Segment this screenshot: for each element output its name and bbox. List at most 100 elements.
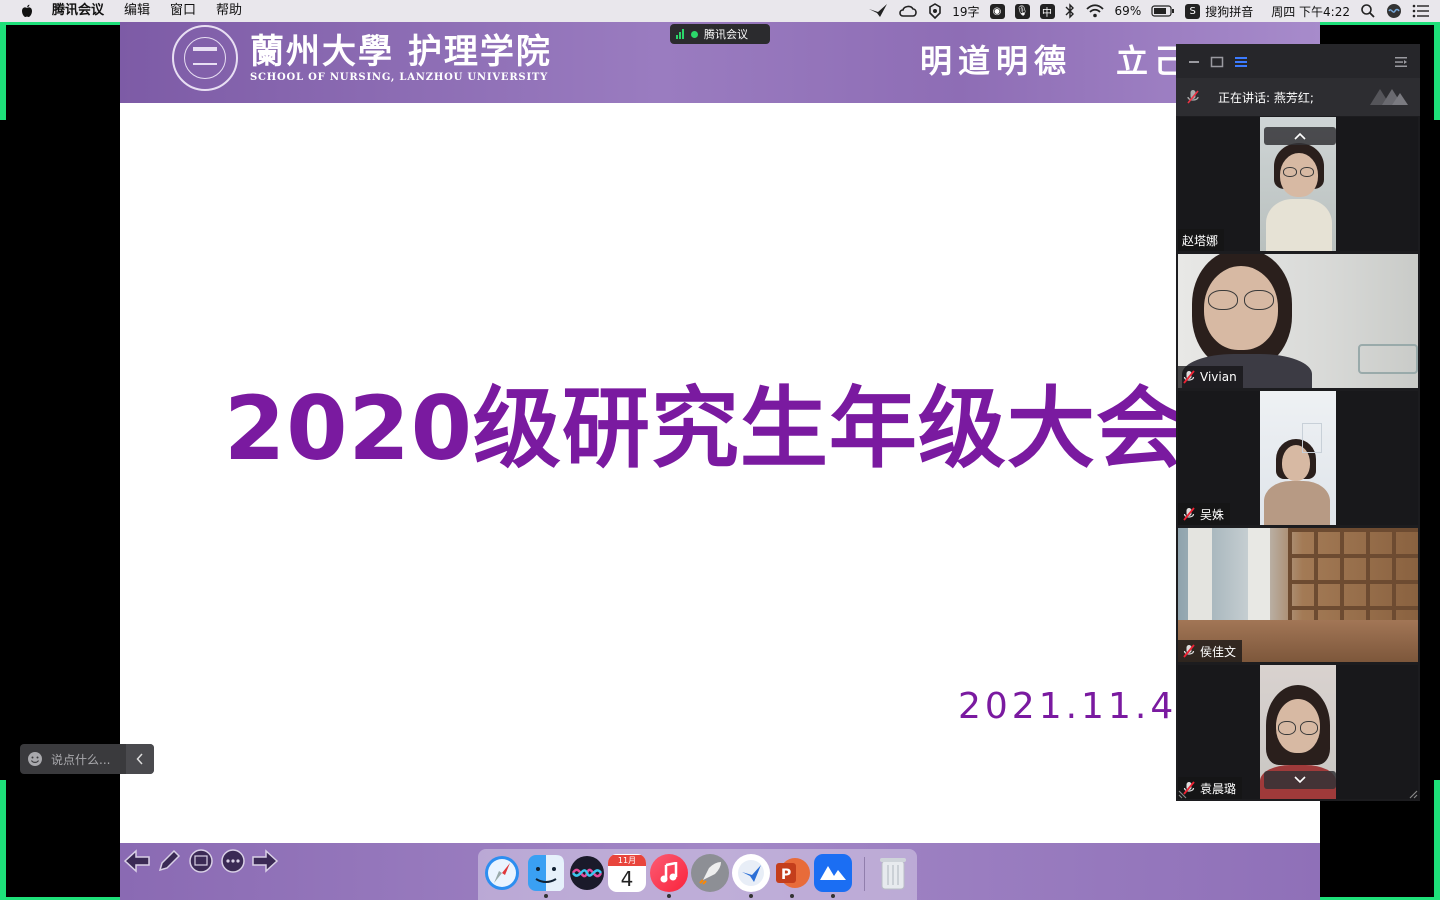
scroll-up-button[interactable] — [1264, 127, 1336, 145]
siri-icon[interactable] — [568, 854, 606, 892]
feishu-tray-icon[interactable] — [868, 0, 888, 22]
launchpad-icon[interactable] — [691, 854, 729, 892]
menu-app-name[interactable]: 腾讯会议 — [52, 0, 104, 22]
arrow-right-icon — [252, 849, 279, 873]
next-slide-button[interactable] — [250, 846, 280, 876]
participant-name: 吴姝 — [1178, 503, 1231, 525]
school-name-english: SCHOOL OF NURSING, LANZHOU UNIVERSITY — [250, 72, 549, 83]
menu-help[interactable]: 帮助 — [216, 0, 242, 22]
menu-edit[interactable]: 编辑 — [124, 0, 150, 22]
slide-title: 2020级研究生年级大会 — [224, 377, 1185, 480]
mic-muted-icon — [1182, 370, 1196, 384]
mic-muted-icon — [1182, 507, 1196, 521]
slide-grid-button[interactable] — [186, 846, 216, 876]
window-icon — [1210, 56, 1224, 68]
music-icon[interactable] — [650, 854, 688, 892]
scroll-down-button[interactable] — [1264, 771, 1336, 789]
finder-icon[interactable] — [527, 854, 565, 892]
video-panel-toolbar — [1176, 44, 1420, 78]
chevron-down-icon — [1294, 776, 1306, 784]
speaker-mic-icon — [1186, 89, 1200, 105]
meeting-pill-label: 腾讯会议 — [704, 28, 748, 41]
battery-icon[interactable] — [1151, 0, 1175, 22]
trash-icon[interactable] — [874, 854, 912, 892]
previous-slide-button[interactable] — [122, 846, 152, 876]
notification-center-icon[interactable] — [1412, 0, 1430, 22]
word-count-label: 19字 — [952, 4, 980, 19]
video-feed — [1260, 391, 1336, 525]
minimize-icon — [1189, 61, 1199, 63]
presentation-slide: 蘭州大學 护理学院 SCHOOL OF NURSING, LANZHOU UNI… — [120, 22, 1320, 900]
screenshot-tray-icon[interactable]: ◉ — [989, 0, 1005, 22]
resize-handle-left-icon[interactable] — [1178, 787, 1190, 799]
macos-menu-bar: 腾讯会议 编辑 窗口 帮助 19字 ◉ 🎙 中 69% S 搜狗拼音 周四 下午… — [0, 0, 1440, 22]
participant-tile[interactable]: 吴姝 — [1178, 391, 1418, 525]
battery-percent: 69% — [1114, 4, 1142, 18]
collapse-chat-button[interactable] — [126, 744, 154, 774]
recording-status-dot — [691, 30, 698, 38]
siri-tray-icon[interactable] — [1386, 0, 1402, 22]
svg-text:P: P — [781, 867, 791, 883]
participant-tile[interactable]: 赵塔娜 — [1178, 117, 1418, 251]
pen-icon — [158, 849, 181, 872]
menubar-clock[interactable]: 周四 下午4:22 — [1271, 0, 1350, 22]
university-seal-logo — [172, 25, 238, 91]
menu-window[interactable]: 窗口 — [170, 0, 196, 22]
resize-handle-right-icon[interactable] — [1406, 787, 1418, 799]
calendar-icon[interactable]: 11月 4 — [608, 854, 646, 892]
running-indicator — [749, 894, 753, 898]
list-view-button[interactable] — [1234, 54, 1248, 68]
share-border-right-bottom — [1434, 780, 1440, 900]
running-indicator — [790, 894, 794, 898]
chevron-left-icon — [136, 753, 143, 765]
chat-input-box[interactable]: 说点什么... — [20, 744, 154, 774]
active-speaker-label: 正在讲话: 燕芳红; — [1218, 90, 1314, 105]
minimize-panel-button[interactable] — [1187, 54, 1201, 68]
participant-video-panel: 正在讲话: 燕芳红; 赵塔娜 Vivian 吴姝 侯佳文 袁晨璐 — [1176, 44, 1420, 801]
share-border-left-bottom — [0, 780, 6, 900]
creative-cloud-tray-icon[interactable] — [898, 0, 918, 22]
slide-date: 2021.11.4 — [958, 686, 1178, 727]
bluetooth-icon[interactable] — [1065, 0, 1075, 22]
desktop-screen: 蘭州大學 护理学院 SCHOOL OF NURSING, LANZHOU UNI… — [0, 0, 1440, 900]
participant-tile[interactable]: Vivian — [1178, 254, 1418, 388]
chevron-up-icon — [1294, 132, 1306, 140]
signal-strength-icon — [676, 29, 685, 39]
sogou-ime-icon[interactable]: S — [1185, 0, 1201, 22]
active-speaker-bar: 正在讲话: 燕芳红; — [1176, 78, 1420, 116]
restore-panel-button[interactable] — [1210, 54, 1224, 68]
wifi-icon[interactable] — [1085, 0, 1105, 22]
apple-menu-icon[interactable] — [20, 4, 34, 18]
meeting-status-pill[interactable]: 腾讯会议 — [670, 24, 770, 44]
slides-grid-icon — [189, 849, 213, 873]
list-view-icon — [1235, 57, 1247, 67]
input-method-label[interactable]: 搜狗拼音 — [1205, 0, 1253, 22]
ellipsis-icon — [221, 849, 245, 873]
safari-icon[interactable] — [483, 854, 521, 892]
powerpoint-icon[interactable]: P — [773, 854, 811, 892]
collapse-panel-icon — [1395, 57, 1407, 67]
participant-name: 赵塔娜 — [1178, 229, 1225, 251]
participant-tile[interactable]: 侯佳文 — [1178, 528, 1418, 662]
share-border-right-top — [1434, 22, 1440, 120]
running-indicator — [831, 894, 835, 898]
motto-part-1: 明道明德 — [920, 42, 1073, 80]
participant-tile[interactable]: 袁晨璐 — [1178, 665, 1418, 799]
collapse-panel-button[interactable] — [1394, 54, 1408, 68]
share-border-top — [0, 22, 120, 25]
school-name-chinese: 蘭州大學 护理学院 — [250, 32, 552, 72]
more-options-button[interactable] — [218, 846, 248, 876]
spotlight-search-icon[interactable] — [1360, 0, 1376, 22]
microphone-tray-icon[interactable]: 🎙 — [1014, 0, 1030, 22]
pen-tool-button[interactable] — [154, 846, 184, 876]
participant-name: Vivian — [1178, 366, 1243, 388]
running-indicator — [667, 894, 671, 898]
chat-placeholder: 说点什么... — [51, 752, 111, 767]
shield-tray-icon[interactable] — [928, 0, 942, 22]
feishu-icon[interactable] — [732, 854, 770, 892]
ime-chinese-badge[interactable]: 中 — [1039, 0, 1055, 22]
share-border-left-top — [0, 22, 6, 120]
tencent-meeting-icon[interactable] — [814, 854, 852, 892]
emoji-icon[interactable] — [27, 751, 43, 767]
running-indicator — [544, 894, 548, 898]
